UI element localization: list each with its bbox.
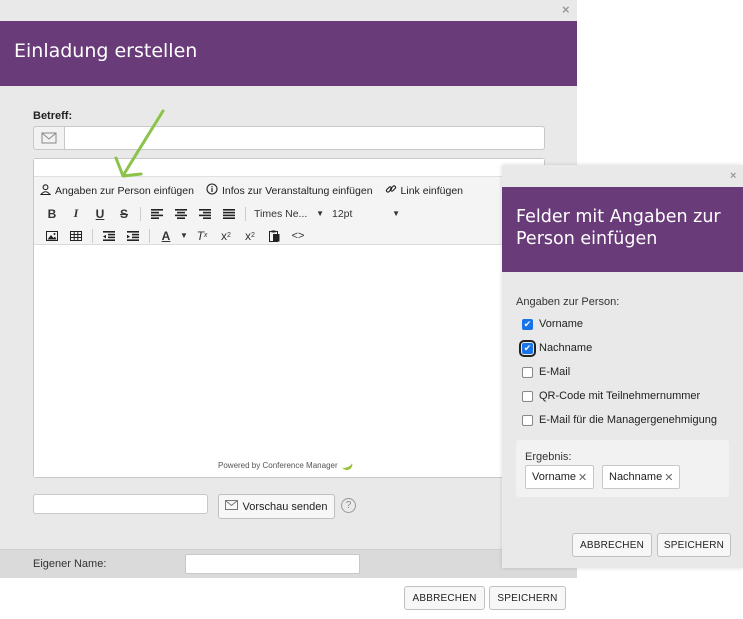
- insert-link-button[interactable]: Link einfügen: [385, 183, 463, 198]
- superscript-icon[interactable]: x2: [238, 227, 262, 244]
- underline-icon[interactable]: U: [88, 205, 112, 222]
- result-tag: Nachname ✕: [602, 465, 681, 489]
- field-label: Nachname: [539, 342, 593, 354]
- tag-label: Vorname: [532, 471, 577, 483]
- field-option-qr-code[interactable]: QR-Code mit Teilnehmernummer: [522, 390, 700, 402]
- insert-person-button[interactable]: Angaben zur Person einfügen: [39, 183, 194, 198]
- strikethrough-icon[interactable]: S: [112, 205, 136, 222]
- checkbox-icon[interactable]: [522, 390, 533, 402]
- toolbar-divider: [149, 228, 150, 243]
- help-icon[interactable]: ?: [341, 498, 356, 513]
- person-fields-label: Angaben zur Person:: [516, 296, 620, 308]
- field-label: Vorname: [539, 318, 584, 330]
- source-code-icon[interactable]: <>: [286, 227, 310, 244]
- own-name-label: Eigener Name:: [33, 558, 107, 570]
- invitation-dialog: × Einladung erstellen Betreff: Angaben z…: [0, 0, 577, 578]
- indent-icon[interactable]: [121, 227, 145, 244]
- tag-label: Nachname: [609, 471, 663, 483]
- bold-icon[interactable]: B: [40, 205, 64, 222]
- align-right-icon[interactable]: [193, 205, 217, 222]
- powered-by-text: Powered by Conference Manager: [218, 461, 338, 470]
- checkbox-icon[interactable]: [522, 366, 533, 378]
- insert-event-info-button[interactable]: Infos zur Veranstaltung einfügen: [206, 183, 373, 198]
- align-left-icon[interactable]: [145, 205, 169, 222]
- text-color-icon[interactable]: A: [154, 227, 178, 244]
- caret-down-icon: ▼: [316, 209, 324, 218]
- font-size-select[interactable]: 12pt ▼: [328, 208, 404, 220]
- field-label: E-Mail: [539, 366, 571, 378]
- leaf-logo-icon: [340, 459, 354, 472]
- align-center-icon[interactable]: [169, 205, 193, 222]
- insert-link-label: Link einfügen: [400, 184, 464, 197]
- cancel-button[interactable]: ABBRECHEN: [572, 533, 652, 557]
- result-box: Ergebnis: Vorname ✕ Nachname ✕: [516, 440, 729, 497]
- toolbar-divider: [245, 206, 246, 221]
- dialog-header: Einladung erstellen: [0, 21, 577, 86]
- font-family-value: Times Ne...: [254, 207, 308, 220]
- save-button[interactable]: SPEICHERN: [489, 586, 566, 610]
- dialog-title: Felder mit Angaben zur Person einfügen: [516, 207, 721, 249]
- close-icon[interactable]: ×: [562, 2, 570, 17]
- link-icon: [385, 183, 397, 198]
- send-preview-button[interactable]: Vorschau senden: [218, 494, 335, 519]
- toolbar-divider: [92, 228, 93, 243]
- preview-email-input[interactable]: [33, 494, 208, 514]
- italic-icon[interactable]: I: [64, 205, 88, 222]
- table-icon[interactable]: [64, 227, 88, 244]
- annotation-arrow-icon: [114, 109, 165, 178]
- field-option-firstname[interactable]: ✔ Vorname: [522, 318, 583, 330]
- editor-toolbar: Angaben zur Person einfügen Infos zur Ve…: [34, 177, 544, 245]
- subscript-icon[interactable]: x2: [214, 227, 238, 244]
- info-icon: [206, 183, 218, 198]
- toolbar-divider: [140, 206, 141, 221]
- insert-event-info-label: Infos zur Veranstaltung einfügen: [221, 184, 373, 197]
- result-tag: Vorname ✕: [525, 465, 595, 489]
- remove-tag-icon[interactable]: ✕: [664, 471, 673, 484]
- field-label: QR-Code mit Teilnehmernummer: [539, 390, 701, 402]
- envelope-icon: [225, 500, 239, 513]
- caret-down-icon: ▼: [392, 209, 400, 218]
- result-label: Ergebnis:: [525, 451, 572, 463]
- cancel-button[interactable]: ABBRECHEN: [404, 586, 485, 610]
- powered-by-footer: Powered by Conference Manager: [218, 459, 354, 472]
- rich-text-editor: Angaben zur Person einfügen Infos zur Ve…: [33, 158, 545, 478]
- checkbox-checked-icon[interactable]: ✔: [522, 318, 533, 330]
- envelope-icon: [33, 126, 65, 150]
- close-icon[interactable]: ×: [730, 170, 736, 182]
- save-button[interactable]: SPEICHERN: [657, 533, 731, 557]
- remove-tag-icon[interactable]: ✕: [578, 471, 587, 484]
- clear-format-icon[interactable]: Tx: [190, 227, 214, 244]
- own-name-row: Eigener Name:: [0, 549, 577, 578]
- checkbox-checked-icon[interactable]: ✔: [519, 339, 536, 357]
- insert-person-label: Angaben zur Person einfügen: [55, 184, 194, 197]
- caret-down-icon[interactable]: ▼: [178, 227, 190, 244]
- image-icon[interactable]: [40, 227, 64, 244]
- editor-content[interactable]: [34, 245, 544, 477]
- insert-person-fields-dialog: × Felder mit Angaben zur Person einfügen…: [502, 165, 743, 568]
- font-size-value: 12pt: [332, 207, 353, 220]
- paste-icon[interactable]: [262, 227, 286, 244]
- dialog-title: Einladung erstellen: [14, 40, 198, 62]
- field-option-manager-email[interactable]: E-Mail für die Managergenehmigung: [522, 414, 717, 426]
- person-icon: [39, 183, 52, 198]
- field-option-lastname[interactable]: ✔ Nachname: [519, 339, 593, 357]
- own-name-input[interactable]: [185, 554, 360, 574]
- font-family-select[interactable]: Times Ne... ▼: [250, 208, 328, 220]
- dialog-header: Felder mit Angaben zur Person einfügen: [502, 187, 743, 272]
- field-label: E-Mail für die Managergenehmigung: [539, 414, 717, 426]
- send-preview-label: Vorschau senden: [242, 500, 328, 513]
- field-option-email[interactable]: E-Mail: [522, 366, 570, 378]
- subject-label: Betreff:: [33, 110, 73, 122]
- outdent-icon[interactable]: [97, 227, 121, 244]
- checkbox-icon[interactable]: [522, 414, 533, 426]
- align-justify-icon[interactable]: [217, 205, 241, 222]
